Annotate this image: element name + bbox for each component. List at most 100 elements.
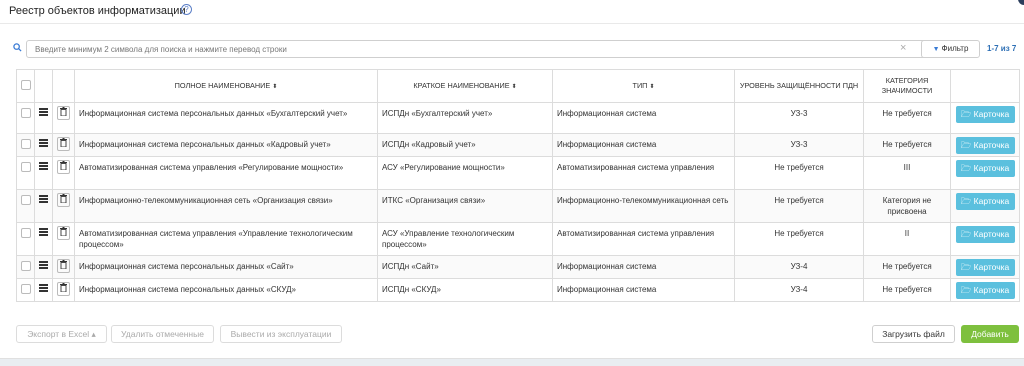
folder-icon: 🗁	[960, 163, 974, 173]
cell-category: Категория не присвоена	[863, 189, 951, 223]
page-title: Реестр объектов информатизации	[9, 5, 186, 17]
folder-icon: 🗁	[960, 229, 974, 239]
upload-file-button[interactable]: Загрузить файл	[872, 325, 955, 343]
filter-button[interactable]: ▼ Фильтр	[921, 40, 980, 58]
header-short-name[interactable]: Краткое наименование ⬍	[377, 69, 553, 103]
card-button[interactable]: 🗁 Карточка	[955, 137, 1015, 154]
cell-short-name: ИТКС «Организация связи»	[377, 189, 553, 223]
page-header: Реестр объектов информатизации ?	[0, 0, 1024, 24]
folder-icon: 🗁	[960, 109, 974, 119]
sort-icon: ⬍	[511, 83, 517, 90]
card-button[interactable]: 🗁 Карточка	[955, 106, 1015, 123]
header-category: Категория значимости	[863, 69, 951, 103]
delete-row-button[interactable]	[57, 193, 70, 207]
table-header-row: Полное наименование ⬍ Краткое наименован…	[16, 69, 1020, 103]
trash-icon	[60, 194, 67, 204]
delete-selected-button[interactable]: Удалить отмеченные	[111, 325, 214, 343]
cell-short-name: АСУ «Регулирование мощности»	[377, 156, 553, 190]
table-row: Информационно-телекоммуникационная сеть …	[16, 189, 1020, 223]
cell-full-name: Информационная система персональных данн…	[74, 255, 378, 279]
select-all-checkbox[interactable]	[21, 79, 31, 90]
search-input[interactable]	[26, 40, 931, 58]
caret-up-icon: ▴	[91, 329, 96, 339]
delete-row-button[interactable]	[57, 259, 70, 273]
row-checkbox[interactable]	[21, 228, 31, 238]
card-button[interactable]: 🗁 Карточка	[955, 259, 1015, 276]
add-button[interactable]: Добавить	[961, 325, 1019, 343]
header-menu	[34, 69, 53, 103]
header-full-name[interactable]: Полное наименование ⬍	[74, 69, 378, 103]
cell-category: Не требуется	[863, 278, 951, 302]
row-checkbox[interactable]	[21, 261, 31, 271]
bottom-bar	[0, 358, 1024, 366]
menu-icon[interactable]	[39, 162, 48, 170]
menu-icon[interactable]	[39, 108, 48, 116]
trash-icon	[60, 260, 67, 270]
trash-icon	[60, 283, 67, 293]
cell-short-name: ИСПДн «СКУД»	[377, 278, 553, 302]
cell-category: II	[863, 222, 951, 256]
menu-icon[interactable]	[39, 228, 48, 236]
card-button[interactable]: 🗁 Карточка	[955, 193, 1015, 210]
folder-icon: 🗁	[960, 196, 974, 206]
header-type[interactable]: Тип ⬍	[552, 69, 735, 103]
cell-type: Информационная система	[552, 255, 735, 279]
filter-icon: ▼	[932, 46, 940, 53]
trash-icon	[60, 138, 67, 148]
filter-label: Фильтр	[941, 44, 969, 53]
user-avatar-icon[interactable]	[1018, 0, 1024, 5]
cell-category: Не требуется	[863, 102, 951, 134]
row-checkbox[interactable]	[21, 139, 31, 149]
cell-type: Автоматизированная система управления	[552, 222, 735, 256]
delete-row-button[interactable]	[57, 160, 70, 174]
cell-type: Информационно-телекоммуникационная сеть	[552, 189, 735, 223]
row-checkbox[interactable]	[21, 162, 31, 172]
card-button[interactable]: 🗁 Карточка	[955, 282, 1015, 299]
menu-icon[interactable]	[39, 261, 48, 269]
cell-level: УЗ-4	[734, 278, 864, 302]
menu-icon[interactable]	[39, 195, 48, 203]
cell-category: Не требуется	[863, 255, 951, 279]
cell-level: Не требуется	[734, 222, 864, 256]
search-icon	[13, 43, 22, 52]
header-protection-level: Уровень защищённости ПДн	[734, 69, 864, 103]
folder-icon: 🗁	[960, 262, 974, 272]
trash-icon	[60, 161, 67, 171]
trash-icon	[60, 227, 67, 237]
cell-level: Не требуется	[734, 189, 864, 223]
cell-type: Автоматизированная система управления	[552, 156, 735, 190]
cell-short-name: ИСПДн «Сайт»	[377, 255, 553, 279]
search-bar: × ▼Фильтр 1-7 из 7	[13, 40, 1019, 58]
decommission-button[interactable]: Вывести из эксплуатации	[220, 325, 342, 343]
export-excel-button[interactable]: Экспорт в Excel ▴	[16, 325, 107, 343]
row-checkbox[interactable]	[21, 284, 31, 294]
card-button[interactable]: 🗁 Карточка	[955, 160, 1015, 177]
delete-row-button[interactable]	[57, 106, 70, 120]
cell-short-name: ИСПДн «Кадровый учет»	[377, 133, 553, 157]
cell-full-name: Автоматизированная система управления «У…	[74, 222, 378, 256]
cell-short-name: ИСПДн «Бухгалтерский учет»	[377, 102, 553, 134]
menu-icon[interactable]	[39, 284, 48, 292]
cell-full-name: Информационно-телекоммуникационная сеть …	[74, 189, 378, 223]
sort-icon: ⬍	[272, 83, 278, 90]
help-icon[interactable]: ?	[181, 4, 192, 15]
row-checkbox[interactable]	[21, 195, 31, 205]
cell-full-name: Информационная система персональных данн…	[74, 133, 378, 157]
cell-type: Информационная система	[552, 133, 735, 157]
card-button[interactable]: 🗁 Карточка	[955, 226, 1015, 243]
menu-icon[interactable]	[39, 139, 48, 147]
folder-icon: 🗁	[960, 285, 974, 295]
row-checkbox[interactable]	[21, 108, 31, 118]
cell-level: УЗ-4	[734, 255, 864, 279]
pager-count: 1-7 из 7	[987, 44, 1017, 53]
close-icon[interactable]: ×	[900, 43, 906, 54]
table-row: Информационная система персональных данн…	[16, 102, 1020, 134]
cell-short-name: АСУ «Управление технологическим процессо…	[377, 222, 553, 256]
delete-row-button[interactable]	[57, 137, 70, 151]
delete-row-button[interactable]	[57, 226, 70, 240]
header-select-all[interactable]	[16, 69, 35, 103]
objects-table: Полное наименование ⬍ Краткое наименован…	[16, 69, 1020, 302]
delete-row-button[interactable]	[57, 282, 70, 296]
cell-level: УЗ-3	[734, 133, 864, 157]
cell-type: Информационная система	[552, 278, 735, 302]
